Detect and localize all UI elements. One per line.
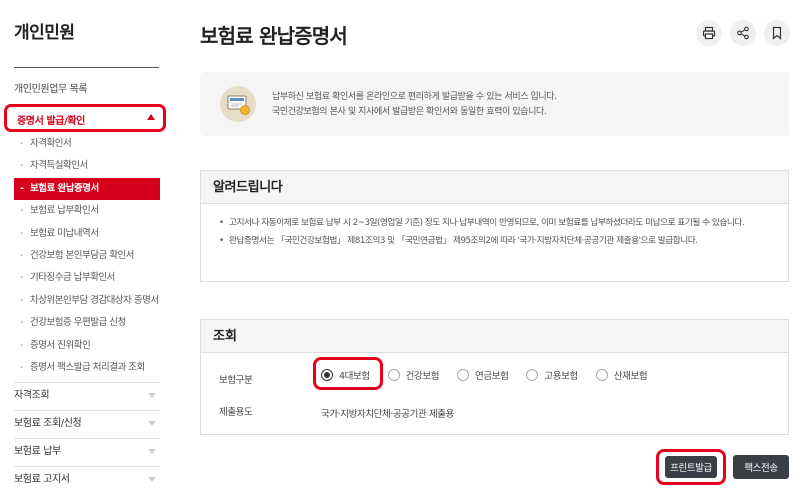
intro-line: 국민건강보험의 본사 및 지사에서 발급받은 확인서와 동일한 효력이 있습니다… bbox=[272, 107, 547, 117]
sidebar-sub-item[interactable]: 자격득실확인서 bbox=[14, 155, 160, 178]
insurance-type-radio-group: 4대보험 건강보험 연금보험 고용보험 산재보험 bbox=[313, 357, 665, 390]
sidebar-sub-item[interactable]: 보험료 납부확인서 bbox=[14, 200, 160, 223]
sidebar-sub-list: 자격확인서 자격득실확인서 보험료 완납증명서 보험료 납부확인서 보험료 미납… bbox=[14, 133, 160, 380]
header-actions bbox=[696, 20, 790, 46]
radio-label: 산재보험 bbox=[613, 371, 648, 382]
print-icon[interactable] bbox=[696, 20, 722, 46]
purpose-label: 제출용도 bbox=[219, 407, 253, 418]
sidebar-sub-item[interactable]: 건강보험증 우편발급 신청 bbox=[14, 312, 160, 335]
print-issue-button[interactable]: 프린트발급 bbox=[665, 456, 717, 478]
sidebar-section-label: 보험료 납부 bbox=[14, 446, 61, 457]
chevron-down-icon bbox=[148, 449, 156, 454]
sidebar-section-label: 보험료 고지서 bbox=[14, 474, 70, 485]
sidebar-sub-item[interactable]: 자격확인서 bbox=[14, 133, 160, 156]
purpose-value: 국가·지방자치단체·공공기관 제출용 bbox=[321, 409, 454, 420]
page-title: 보험료 완납증명서 bbox=[200, 24, 348, 48]
radio-checked-icon bbox=[321, 369, 333, 381]
sidebar-top-link[interactable]: 개인민원업무 목록 bbox=[14, 80, 88, 95]
sidebar-title: 개인민원 bbox=[14, 23, 75, 43]
chevron-up-icon bbox=[147, 114, 155, 120]
notice-body: 고지서나 자동이체로 보험료 납부 시 2~3일(영업일 기준) 정도 지나 납… bbox=[201, 204, 788, 249]
radio-health-insurance[interactable]: 건강보험 bbox=[387, 368, 440, 382]
radio-icon bbox=[387, 369, 400, 381]
radio-label: 고용보험 bbox=[544, 371, 578, 382]
sidebar-sub-item[interactable]: 건강보험 본인부담금 확인서 bbox=[14, 245, 160, 268]
radio-icon bbox=[457, 369, 470, 381]
insurance-type-label: 보험구분 bbox=[219, 375, 253, 386]
radio-industrial-insurance[interactable]: 산재보험 bbox=[595, 368, 648, 382]
chevron-down-icon bbox=[148, 421, 156, 426]
radio-employment-insurance[interactable]: 고용보험 bbox=[526, 368, 578, 382]
radio-4-insurances[interactable]: 4대보험 bbox=[313, 357, 383, 390]
sidebar-section-premium-notice[interactable]: 보험료 고지서 bbox=[14, 466, 160, 492]
sidebar-sub-item[interactable]: 차상위본인부담 경감대상자 증명서 bbox=[14, 290, 160, 313]
sidebar-section-premium-payment[interactable]: 보험료 납부 bbox=[14, 438, 160, 464]
sidebar-sub-item[interactable]: 보험료 미납내역서 bbox=[14, 223, 160, 246]
query-panel: 조회 보험구분 4대보험 건강보험 연금보험 고용보험 산재보험 제출용도 국가… bbox=[200, 319, 789, 435]
sidebar-group-label: 증명서 발급/확인 bbox=[17, 116, 85, 127]
notice-panel: 알려드립니다 고지서나 자동이체로 보험료 납부 시 2~3일(영업일 기준) … bbox=[200, 170, 789, 282]
radio-icon bbox=[595, 369, 608, 381]
sidebar: 개인민원 개인민원업무 목록 증명서 발급/확인 자격확인서 자격득실확인서 보… bbox=[0, 0, 166, 497]
share-icon[interactable] bbox=[730, 20, 756, 46]
bookmark-icon[interactable] bbox=[764, 20, 790, 46]
sidebar-sub-item[interactable]: 기타징수금 납부확인서 bbox=[14, 267, 160, 290]
sidebar-group-certificates[interactable]: 증명서 발급/확인 bbox=[4, 104, 166, 132]
certificate-icon bbox=[220, 86, 256, 122]
notice-item: 고지서나 자동이체로 보험료 납부 시 2~3일(영업일 기준) 정도 지나 납… bbox=[219, 216, 772, 231]
sidebar-sub-item[interactable]: 증명서 진위확인 bbox=[14, 335, 160, 358]
sidebar-section-premium-inquiry[interactable]: 보험료 조회/신청 bbox=[14, 410, 160, 436]
chevron-down-icon bbox=[148, 393, 156, 398]
chevron-down-icon bbox=[148, 477, 156, 482]
sidebar-divider bbox=[14, 67, 159, 68]
intro-box: 납부하신 보험료 확인서를 온라인으로 편리하게 발급받을 수 있는 서비스 입… bbox=[200, 72, 789, 136]
intro-line: 납부하신 보험료 확인서를 온라인으로 편리하게 발급받을 수 있는 서비스 입… bbox=[272, 92, 557, 102]
sidebar-section-label: 자격조회 bbox=[14, 390, 50, 401]
sidebar-sub-item-active[interactable]: 보험료 완납증명서 bbox=[14, 177, 160, 201]
notice-title: 알려드립니다 bbox=[201, 171, 788, 204]
notice-item: 완납증명서는 「국민건강보험법」 제81조의3 및 「국민연금법」 제95조의2… bbox=[219, 234, 772, 249]
intro-text: 납부하신 보험료 확인서를 온라인으로 편리하게 발급받을 수 있는 서비스 입… bbox=[272, 90, 557, 120]
query-title: 조회 bbox=[201, 320, 788, 353]
sidebar-sub-item[interactable]: 증명서 팩스발급 처리결과 조회 bbox=[14, 357, 160, 380]
radio-label: 건강보험 bbox=[405, 371, 440, 382]
radio-label: 연금보험 bbox=[475, 371, 509, 382]
sidebar-section-label: 보험료 조회/신청 bbox=[14, 418, 82, 429]
print-button-highlight: 프린트발급 bbox=[656, 449, 726, 485]
radio-pension-insurance[interactable]: 연금보험 bbox=[457, 368, 509, 382]
fax-send-button[interactable]: 팩스전송 bbox=[733, 455, 789, 479]
radio-icon bbox=[526, 369, 539, 381]
sidebar-section-qualification[interactable]: 자격조회 bbox=[14, 382, 160, 408]
